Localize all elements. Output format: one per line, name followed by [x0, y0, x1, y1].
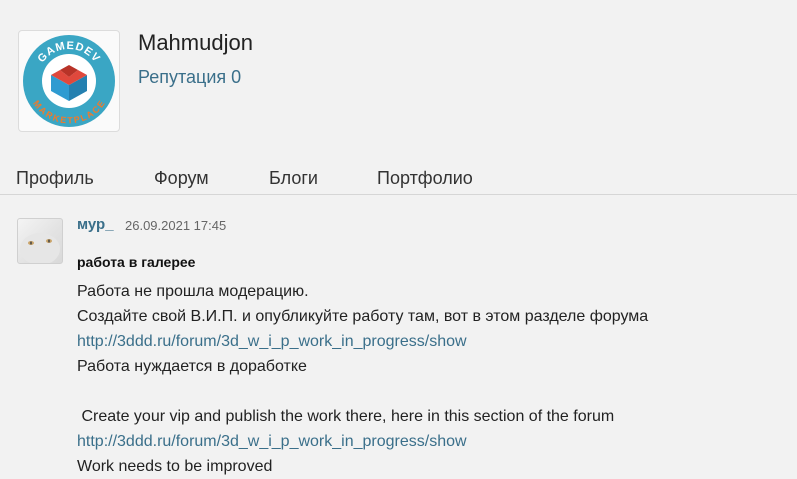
post-link[interactable]: http://3ddd.ru/forum/3d_w_i_p_work_in_pr…	[77, 433, 467, 451]
tab-profile[interactable]: Профиль	[16, 168, 94, 189]
post-line: Работа нуждается в доработке	[77, 358, 307, 375]
tab-forum[interactable]: Форум	[154, 168, 209, 189]
cat-avatar-icon	[20, 233, 60, 263]
post-line: Work needs to be improved	[77, 458, 273, 475]
profile-tabs: Профиль Форум Блоги Портфолио	[0, 166, 797, 195]
profile-logo: GAMEDEV MARKETPLACE	[18, 30, 120, 132]
author-avatar[interactable]	[17, 218, 63, 264]
gamedev-marketplace-logo: GAMEDEV MARKETPLACE	[23, 35, 115, 127]
post-line: Работа не прошла модерацию.	[77, 283, 309, 300]
tab-blogs[interactable]: Блоги	[269, 168, 318, 189]
post-link[interactable]: http://3ddd.ru/forum/3d_w_i_p_work_in_pr…	[77, 333, 467, 351]
post-date: 26.09.2021 17:45	[125, 218, 227, 233]
post-line: Create your vip and publish the work the…	[77, 408, 615, 425]
profile-username: Mahmudjon	[138, 30, 253, 55]
post-author[interactable]: мур_	[77, 216, 114, 233]
tab-portfolio[interactable]: Портфолио	[377, 168, 473, 189]
post-line: Создайте свой В.И.П. и опубликуйте работ…	[77, 308, 649, 325]
post-subject: работа в галерее	[77, 254, 196, 270]
profile-reputation: Репутация 0	[138, 67, 242, 87]
